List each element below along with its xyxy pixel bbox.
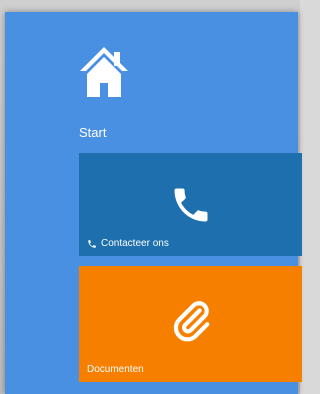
section-title: Start xyxy=(79,125,107,140)
home-icon[interactable] xyxy=(78,45,130,99)
phone-small-icon xyxy=(87,239,97,249)
window-frame: Start Contacteer ons Documenten xyxy=(0,0,302,394)
contact-tile[interactable]: Contacteer ons xyxy=(79,153,302,256)
start-panel: Start Contacteer ons Documenten xyxy=(5,12,302,394)
documents-tile[interactable]: Documenten xyxy=(79,266,302,382)
paperclip-icon xyxy=(168,296,214,346)
phone-icon xyxy=(169,183,213,227)
contact-label: Contacteer ons xyxy=(101,238,169,249)
contact-caption: Contacteer ons xyxy=(87,238,169,249)
documents-label: Documenten xyxy=(87,364,144,375)
documents-caption: Documenten xyxy=(87,364,144,375)
